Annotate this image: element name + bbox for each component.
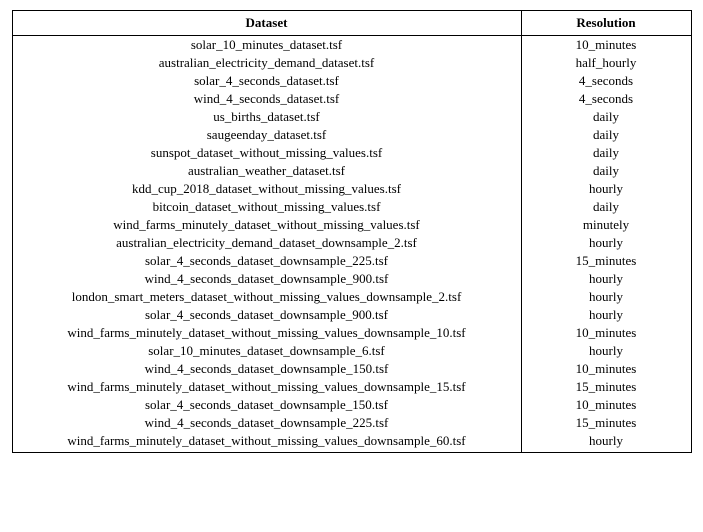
table-row: london_smart_meters_dataset_without_miss… [13, 288, 691, 306]
dataset-cell: solar_10_minutes_dataset_downsample_6.ts… [13, 342, 522, 360]
table-row: solar_4_seconds_dataset.tsf4_seconds [13, 72, 691, 90]
resolution-cell: 4_seconds [521, 72, 691, 90]
resolution-cell: hourly [521, 180, 691, 198]
dataset-cell: australian_electricity_demand_dataset.ts… [13, 54, 522, 72]
dataset-cell: wind_4_seconds_dataset_downsample_900.ts… [13, 270, 522, 288]
table-row: solar_4_seconds_dataset_downsample_225.t… [13, 252, 691, 270]
table-row: sunspot_dataset_without_missing_values.t… [13, 144, 691, 162]
dataset-cell: wind_farms_minutely_dataset_without_miss… [13, 378, 522, 396]
table-row: solar_10_minutes_dataset_downsample_6.ts… [13, 342, 691, 360]
dataset-cell: saugeenday_dataset.tsf [13, 126, 522, 144]
table-row: wind_4_seconds_dataset_downsample_150.ts… [13, 360, 691, 378]
table-row: wind_4_seconds_dataset_downsample_900.ts… [13, 270, 691, 288]
resolution-cell: 10_minutes [521, 396, 691, 414]
resolution-cell: daily [521, 162, 691, 180]
main-table-container: Dataset Resolution solar_10_minutes_data… [12, 10, 692, 453]
dataset-table: Dataset Resolution solar_10_minutes_data… [13, 11, 691, 452]
resolution-cell: daily [521, 126, 691, 144]
table-body: solar_10_minutes_dataset.tsf10_minutesau… [13, 36, 691, 453]
resolution-cell: 15_minutes [521, 252, 691, 270]
table-row: bitcoin_dataset_without_missing_values.t… [13, 198, 691, 216]
dataset-cell: solar_10_minutes_dataset.tsf [13, 36, 522, 55]
table-row: wind_farms_minutely_dataset_without_miss… [13, 378, 691, 396]
dataset-cell: solar_4_seconds_dataset_downsample_900.t… [13, 306, 522, 324]
resolution-cell: hourly [521, 306, 691, 324]
table-row: wind_4_seconds_dataset_downsample_225.ts… [13, 414, 691, 432]
dataset-cell: us_births_dataset.tsf [13, 108, 522, 126]
resolution-cell: hourly [521, 342, 691, 360]
resolution-cell: hourly [521, 234, 691, 252]
resolution-cell: 4_seconds [521, 90, 691, 108]
table-row: wind_farms_minutely_dataset_without_miss… [13, 324, 691, 342]
table-row: solar_4_seconds_dataset_downsample_900.t… [13, 306, 691, 324]
dataset-cell: bitcoin_dataset_without_missing_values.t… [13, 198, 522, 216]
table-row: solar_4_seconds_dataset_downsample_150.t… [13, 396, 691, 414]
dataset-cell: wind_farms_minutely_dataset_without_miss… [13, 432, 522, 452]
dataset-cell: solar_4_seconds_dataset_downsample_225.t… [13, 252, 522, 270]
dataset-cell: sunspot_dataset_without_missing_values.t… [13, 144, 522, 162]
resolution-cell: 15_minutes [521, 378, 691, 396]
table-row: kdd_cup_2018_dataset_without_missing_val… [13, 180, 691, 198]
resolution-cell: daily [521, 198, 691, 216]
resolution-cell: daily [521, 108, 691, 126]
dataset-cell: australian_electricity_demand_dataset_do… [13, 234, 522, 252]
dataset-cell: solar_4_seconds_dataset.tsf [13, 72, 522, 90]
dataset-cell: solar_4_seconds_dataset_downsample_150.t… [13, 396, 522, 414]
resolution-cell: 10_minutes [521, 324, 691, 342]
table-row: australian_weather_dataset.tsfdaily [13, 162, 691, 180]
table-header-row: Dataset Resolution [13, 11, 691, 36]
resolution-column-header: Resolution [521, 11, 691, 36]
table-row: wind_farms_minutely_dataset_without_miss… [13, 216, 691, 234]
resolution-cell: 15_minutes [521, 414, 691, 432]
resolution-cell: daily [521, 144, 691, 162]
dataset-cell: wind_farms_minutely_dataset_without_miss… [13, 216, 522, 234]
dataset-cell: london_smart_meters_dataset_without_miss… [13, 288, 522, 306]
dataset-cell: wind_4_seconds_dataset_downsample_225.ts… [13, 414, 522, 432]
resolution-cell: half_hourly [521, 54, 691, 72]
table-row: wind_4_seconds_dataset.tsf4_seconds [13, 90, 691, 108]
resolution-cell: hourly [521, 432, 691, 452]
table-row: australian_electricity_demand_dataset.ts… [13, 54, 691, 72]
table-row: australian_electricity_demand_dataset_do… [13, 234, 691, 252]
dataset-cell: wind_farms_minutely_dataset_without_miss… [13, 324, 522, 342]
resolution-cell: 10_minutes [521, 360, 691, 378]
dataset-cell: australian_weather_dataset.tsf [13, 162, 522, 180]
dataset-cell: kdd_cup_2018_dataset_without_missing_val… [13, 180, 522, 198]
table-row: solar_10_minutes_dataset.tsf10_minutes [13, 36, 691, 55]
dataset-cell: wind_4_seconds_dataset_downsample_150.ts… [13, 360, 522, 378]
resolution-cell: 10_minutes [521, 36, 691, 55]
resolution-cell: hourly [521, 288, 691, 306]
dataset-cell: wind_4_seconds_dataset.tsf [13, 90, 522, 108]
table-row: saugeenday_dataset.tsfdaily [13, 126, 691, 144]
table-row: wind_farms_minutely_dataset_without_miss… [13, 432, 691, 452]
resolution-cell: minutely [521, 216, 691, 234]
dataset-column-header: Dataset [13, 11, 522, 36]
resolution-cell: hourly [521, 270, 691, 288]
table-row: us_births_dataset.tsfdaily [13, 108, 691, 126]
